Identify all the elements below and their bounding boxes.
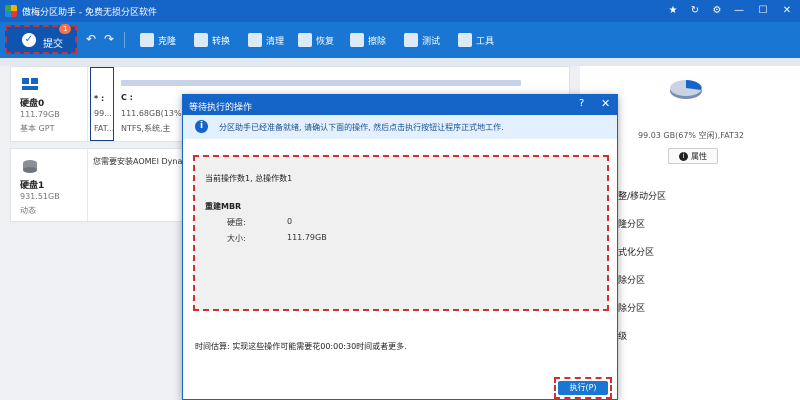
clean-label: 清理: [266, 36, 285, 47]
clean-icon: [248, 33, 262, 47]
tools-label: 工具: [476, 36, 495, 47]
operation-disk-value: 0: [287, 217, 293, 226]
toolbar-divider: [124, 32, 125, 48]
clean-button[interactable]: 清理: [248, 32, 284, 48]
disk-1-size: 931.51GB: [20, 192, 60, 201]
info-icon: i: [195, 120, 208, 133]
dialog-info-bar: i 分区助手已经准备就绪, 请确认下面的操作, 然后点击执行按钮让程序正式地工作…: [183, 115, 617, 139]
partition-c-label: C :: [121, 93, 133, 102]
partition-c-fs: NTFS,系统,主: [121, 124, 171, 133]
convert-button[interactable]: 转换: [194, 32, 230, 48]
disk-icon: [22, 78, 38, 90]
clone-label: 克隆: [158, 36, 177, 47]
maximize-button[interactable]: ☐: [752, 3, 774, 19]
help-icon[interactable]: ?: [579, 98, 584, 109]
submit-button[interactable]: ✓ 提交 1: [5, 24, 77, 54]
test-label: 测试: [422, 36, 441, 47]
dialog-title-bar: 等待执行的操作 ? ✕: [183, 95, 617, 115]
info-icon: i: [679, 151, 688, 161]
close-button[interactable]: ✕: [776, 3, 798, 19]
op-clone-partition[interactable]: 隆分区: [607, 217, 645, 230]
pending-count-badge: 1: [59, 24, 72, 34]
operation-name: 重建MBR: [205, 202, 242, 211]
recover-label: 恢复: [316, 36, 335, 47]
disk-0-size: 111.79GB: [20, 110, 60, 119]
op-format-partition[interactable]: 式化分区: [607, 245, 654, 258]
disk-0-type: 基本 GPT: [20, 124, 55, 133]
window-title: 傲梅分区助手 - 免费无损分区软件: [22, 8, 157, 18]
partition-efi-fs: FAT...: [94, 124, 115, 133]
clone-icon: [140, 33, 154, 47]
recover-button[interactable]: 恢复: [298, 32, 334, 48]
disk-0-info[interactable]: 硬盘0 111.79GB 基本 GPT: [11, 67, 88, 141]
toolbar: ✓ 提交 1 ↶ ↷ 克隆 转换 清理 恢复 擦除 测试 工具: [0, 22, 800, 58]
toolbar-shadow: [0, 58, 800, 66]
convert-icon: [194, 33, 208, 47]
submit-label: 提交: [43, 39, 63, 50]
partition-efi-size: 99...: [94, 109, 112, 118]
dialog-info-message: 分区助手已经准备就绪, 请确认下面的操作, 然后点击执行按钮让程序正式地工作.: [219, 123, 504, 132]
tools-button[interactable]: 工具: [458, 32, 494, 48]
execute-highlight: 执行(P): [554, 377, 612, 399]
properties-button[interactable]: i 属性: [668, 148, 718, 164]
app-logo-icon: [5, 5, 17, 17]
partition-c-usage-bar: [121, 80, 521, 86]
tools-icon: [458, 33, 472, 47]
undo-icon[interactable]: ↶: [86, 32, 96, 46]
disk-1-name: 硬盘1: [20, 181, 45, 191]
dialog-close-icon[interactable]: ✕: [601, 97, 610, 110]
op-advanced[interactable]: 级: [607, 329, 627, 342]
dynamic-disk-message: 您需要安装AOMEI Dynam: [93, 157, 191, 166]
minimize-button[interactable]: —: [728, 3, 750, 19]
test-button[interactable]: 测试: [404, 32, 440, 48]
refresh-icon[interactable]: ↻: [684, 3, 706, 19]
operation-size-value: 111.79GB: [287, 233, 327, 242]
disk-icon: [23, 160, 37, 173]
operations-list: 当前操作数1, 总操作数1 重建MBR 硬盘: 0 大小: 111.79GB: [193, 155, 609, 311]
redo-icon[interactable]: ↷: [104, 32, 114, 46]
disk-1-type: 动态: [20, 206, 36, 215]
clone-button[interactable]: 克隆: [140, 32, 176, 48]
time-estimate: 时间估算: 实现这些操作可能需要花00:00:30时间或者更多.: [195, 342, 407, 351]
op-delete-partition[interactable]: 除分区: [607, 273, 645, 286]
operation-size-key: 大小:: [227, 234, 246, 243]
disk-0-name: 硬盘0: [20, 99, 45, 109]
pending-operations-dialog: 等待执行的操作 ? ✕ i 分区助手已经准备就绪, 请确认下面的操作, 然后点击…: [182, 94, 618, 400]
star-icon[interactable]: ★: [662, 3, 684, 19]
op-resize-move[interactable]: 整/移动分区: [607, 189, 666, 202]
partition-summary: 99.03 GB(67% 空闲),FAT32: [637, 131, 745, 140]
convert-label: 转换: [212, 36, 231, 47]
partition-efi[interactable]: * : 99... FAT...: [90, 67, 114, 141]
title-bar: 傲梅分区助手 - 免费无损分区软件 ★ ↻ ⚙ — ☐ ✕: [0, 0, 800, 22]
usage-pie-icon: [670, 80, 702, 99]
wipe-label: 擦除: [368, 36, 387, 47]
properties-label: 属性: [691, 151, 707, 161]
recover-icon: [298, 33, 312, 47]
dialog-title: 等待执行的操作: [189, 103, 253, 113]
test-icon: [404, 33, 418, 47]
operation-disk-key: 硬盘:: [227, 218, 246, 227]
gear-icon[interactable]: ⚙: [706, 3, 728, 19]
execute-button[interactable]: 执行(P): [558, 381, 608, 395]
op-wipe-partition[interactable]: 除分区: [607, 301, 645, 314]
partition-efi-label: * :: [94, 94, 105, 103]
wipe-button[interactable]: 擦除: [350, 32, 386, 48]
operation-count: 当前操作数1, 总操作数1: [205, 174, 293, 183]
check-icon: ✓: [22, 33, 36, 47]
disk-1-info[interactable]: 硬盘1 931.51GB 动态: [11, 149, 88, 221]
wipe-icon: [350, 33, 364, 47]
